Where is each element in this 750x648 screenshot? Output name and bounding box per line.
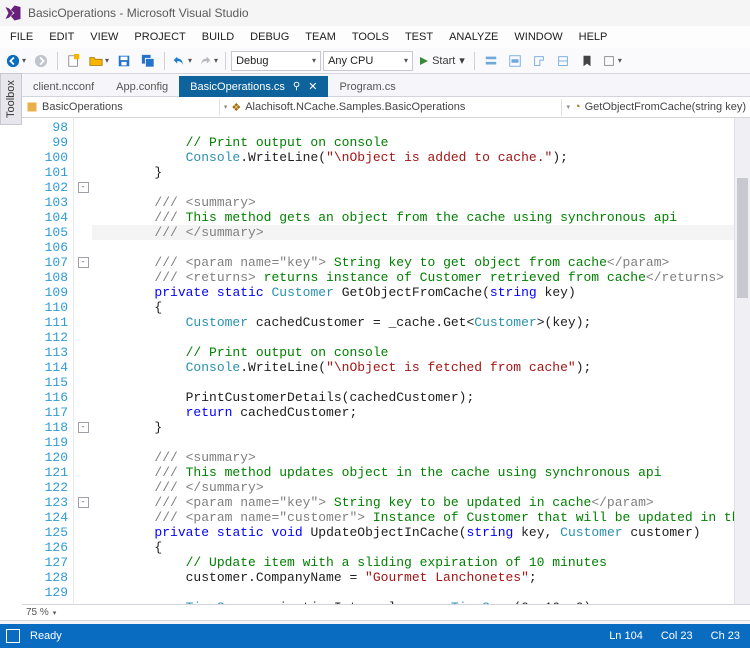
menu-debug[interactable]: DEBUG: [242, 28, 297, 46]
tab-label: BasicOperations.cs: [190, 81, 285, 93]
close-icon[interactable]: ✕: [308, 80, 317, 93]
document-tabs: client.ncconf App.config BasicOperations…: [0, 74, 750, 97]
nav-bar: BasicOperations ▾ ❖ Alachisoft.NCache.Sa…: [22, 97, 750, 118]
fold-box-icon[interactable]: -: [78, 182, 89, 193]
menu-file[interactable]: FILE: [2, 28, 41, 46]
editor-footer: 75 %▾: [22, 604, 750, 620]
redo-button[interactable]: ▾: [196, 51, 220, 71]
menu-help[interactable]: HELP: [571, 28, 616, 46]
tb-icon-4[interactable]: [552, 51, 574, 71]
window-title: BasicOperations - Microsoft Visual Studi…: [28, 6, 249, 20]
namespace-icon: ❖: [231, 101, 241, 114]
code-editor[interactable]: 9899100101102103104105106107108109110111…: [22, 118, 750, 604]
tb-icon-6[interactable]: ▾: [600, 51, 624, 71]
menu-project[interactable]: PROJECT: [126, 28, 193, 46]
vs-icon: [4, 4, 22, 22]
fold-box-icon[interactable]: -: [78, 422, 89, 433]
tab-app-config[interactable]: App.config: [105, 77, 179, 97]
status-ch: Ch 23: [711, 630, 740, 642]
class-icon: [26, 101, 38, 113]
start-debug-button[interactable]: Start▾: [415, 51, 469, 71]
save-all-button[interactable]: [137, 51, 159, 71]
vertical-scrollbar[interactable]: [734, 118, 750, 604]
status-col: Col 23: [661, 630, 693, 642]
tab-program-cs[interactable]: Program.cs: [328, 77, 406, 97]
nav-class-combo[interactable]: BasicOperations: [22, 99, 220, 115]
tb-icon-2[interactable]: [504, 51, 526, 71]
nav-namespace-combo[interactable]: ▾ ❖ Alachisoft.NCache.Samples.BasicOpera…: [220, 99, 563, 116]
fold-box-icon[interactable]: -: [78, 257, 89, 268]
tb-icon-3[interactable]: [528, 51, 550, 71]
tb-icon-5[interactable]: [576, 51, 598, 71]
zoom-combo[interactable]: 75 %▾: [26, 607, 56, 618]
code-area[interactable]: // Print output on console Console.Write…: [92, 118, 750, 604]
status-ln: Ln 104: [609, 630, 643, 642]
save-button[interactable]: [113, 51, 135, 71]
title-bar: BasicOperations - Microsoft Visual Studi…: [0, 0, 750, 26]
menu-team[interactable]: TEAM: [297, 28, 344, 46]
nav-back-button[interactable]: ▾: [4, 51, 28, 71]
tab-client-ncconf[interactable]: client.ncconf: [22, 77, 105, 97]
toolbox-side-tab[interactable]: Toolbox: [0, 73, 22, 125]
platform-combo[interactable]: Any CPU▾: [323, 51, 413, 71]
menu-edit[interactable]: EDIT: [41, 28, 82, 46]
open-file-button[interactable]: ▾: [87, 51, 111, 71]
outlining-margin[interactable]: - - - -: [74, 118, 92, 604]
status-bar: Ready Ln 104 Col 23 Ch 23: [0, 624, 750, 648]
tool-bar: ▾ ▾ ▾ ▾ Debug▾ Any CPU▾ Start▾ ▾: [0, 48, 750, 74]
config-combo[interactable]: Debug▾: [231, 51, 321, 71]
nav-fwd-button[interactable]: [30, 51, 52, 71]
menu-view[interactable]: VIEW: [82, 28, 126, 46]
tb-icon-1[interactable]: [480, 51, 502, 71]
menu-build[interactable]: BUILD: [194, 28, 242, 46]
menu-test[interactable]: TEST: [397, 28, 441, 46]
method-icon: ◔: [574, 101, 581, 113]
menu-window[interactable]: WINDOW: [506, 28, 570, 46]
scroll-thumb[interactable]: [737, 178, 748, 298]
menu-bar: FILE EDIT VIEW PROJECT BUILD DEBUG TEAM …: [0, 26, 750, 48]
status-indicator-icon: [6, 629, 20, 643]
status-ready: Ready: [30, 630, 62, 642]
menu-tools[interactable]: TOOLS: [344, 28, 397, 46]
tab-basicoperations-cs[interactable]: BasicOperations.cs ⚲ ✕: [179, 76, 328, 97]
nav-method-combo[interactable]: ▾ ◔ GetObjectFromCache(string key): [562, 99, 750, 115]
line-number-gutter: 9899100101102103104105106107108109110111…: [22, 118, 74, 604]
undo-button[interactable]: ▾: [170, 51, 194, 71]
new-project-button[interactable]: [63, 51, 85, 71]
menu-analyze[interactable]: ANALYZE: [441, 28, 506, 46]
fold-box-icon[interactable]: -: [78, 497, 89, 508]
pin-icon[interactable]: ⚲: [293, 81, 300, 92]
